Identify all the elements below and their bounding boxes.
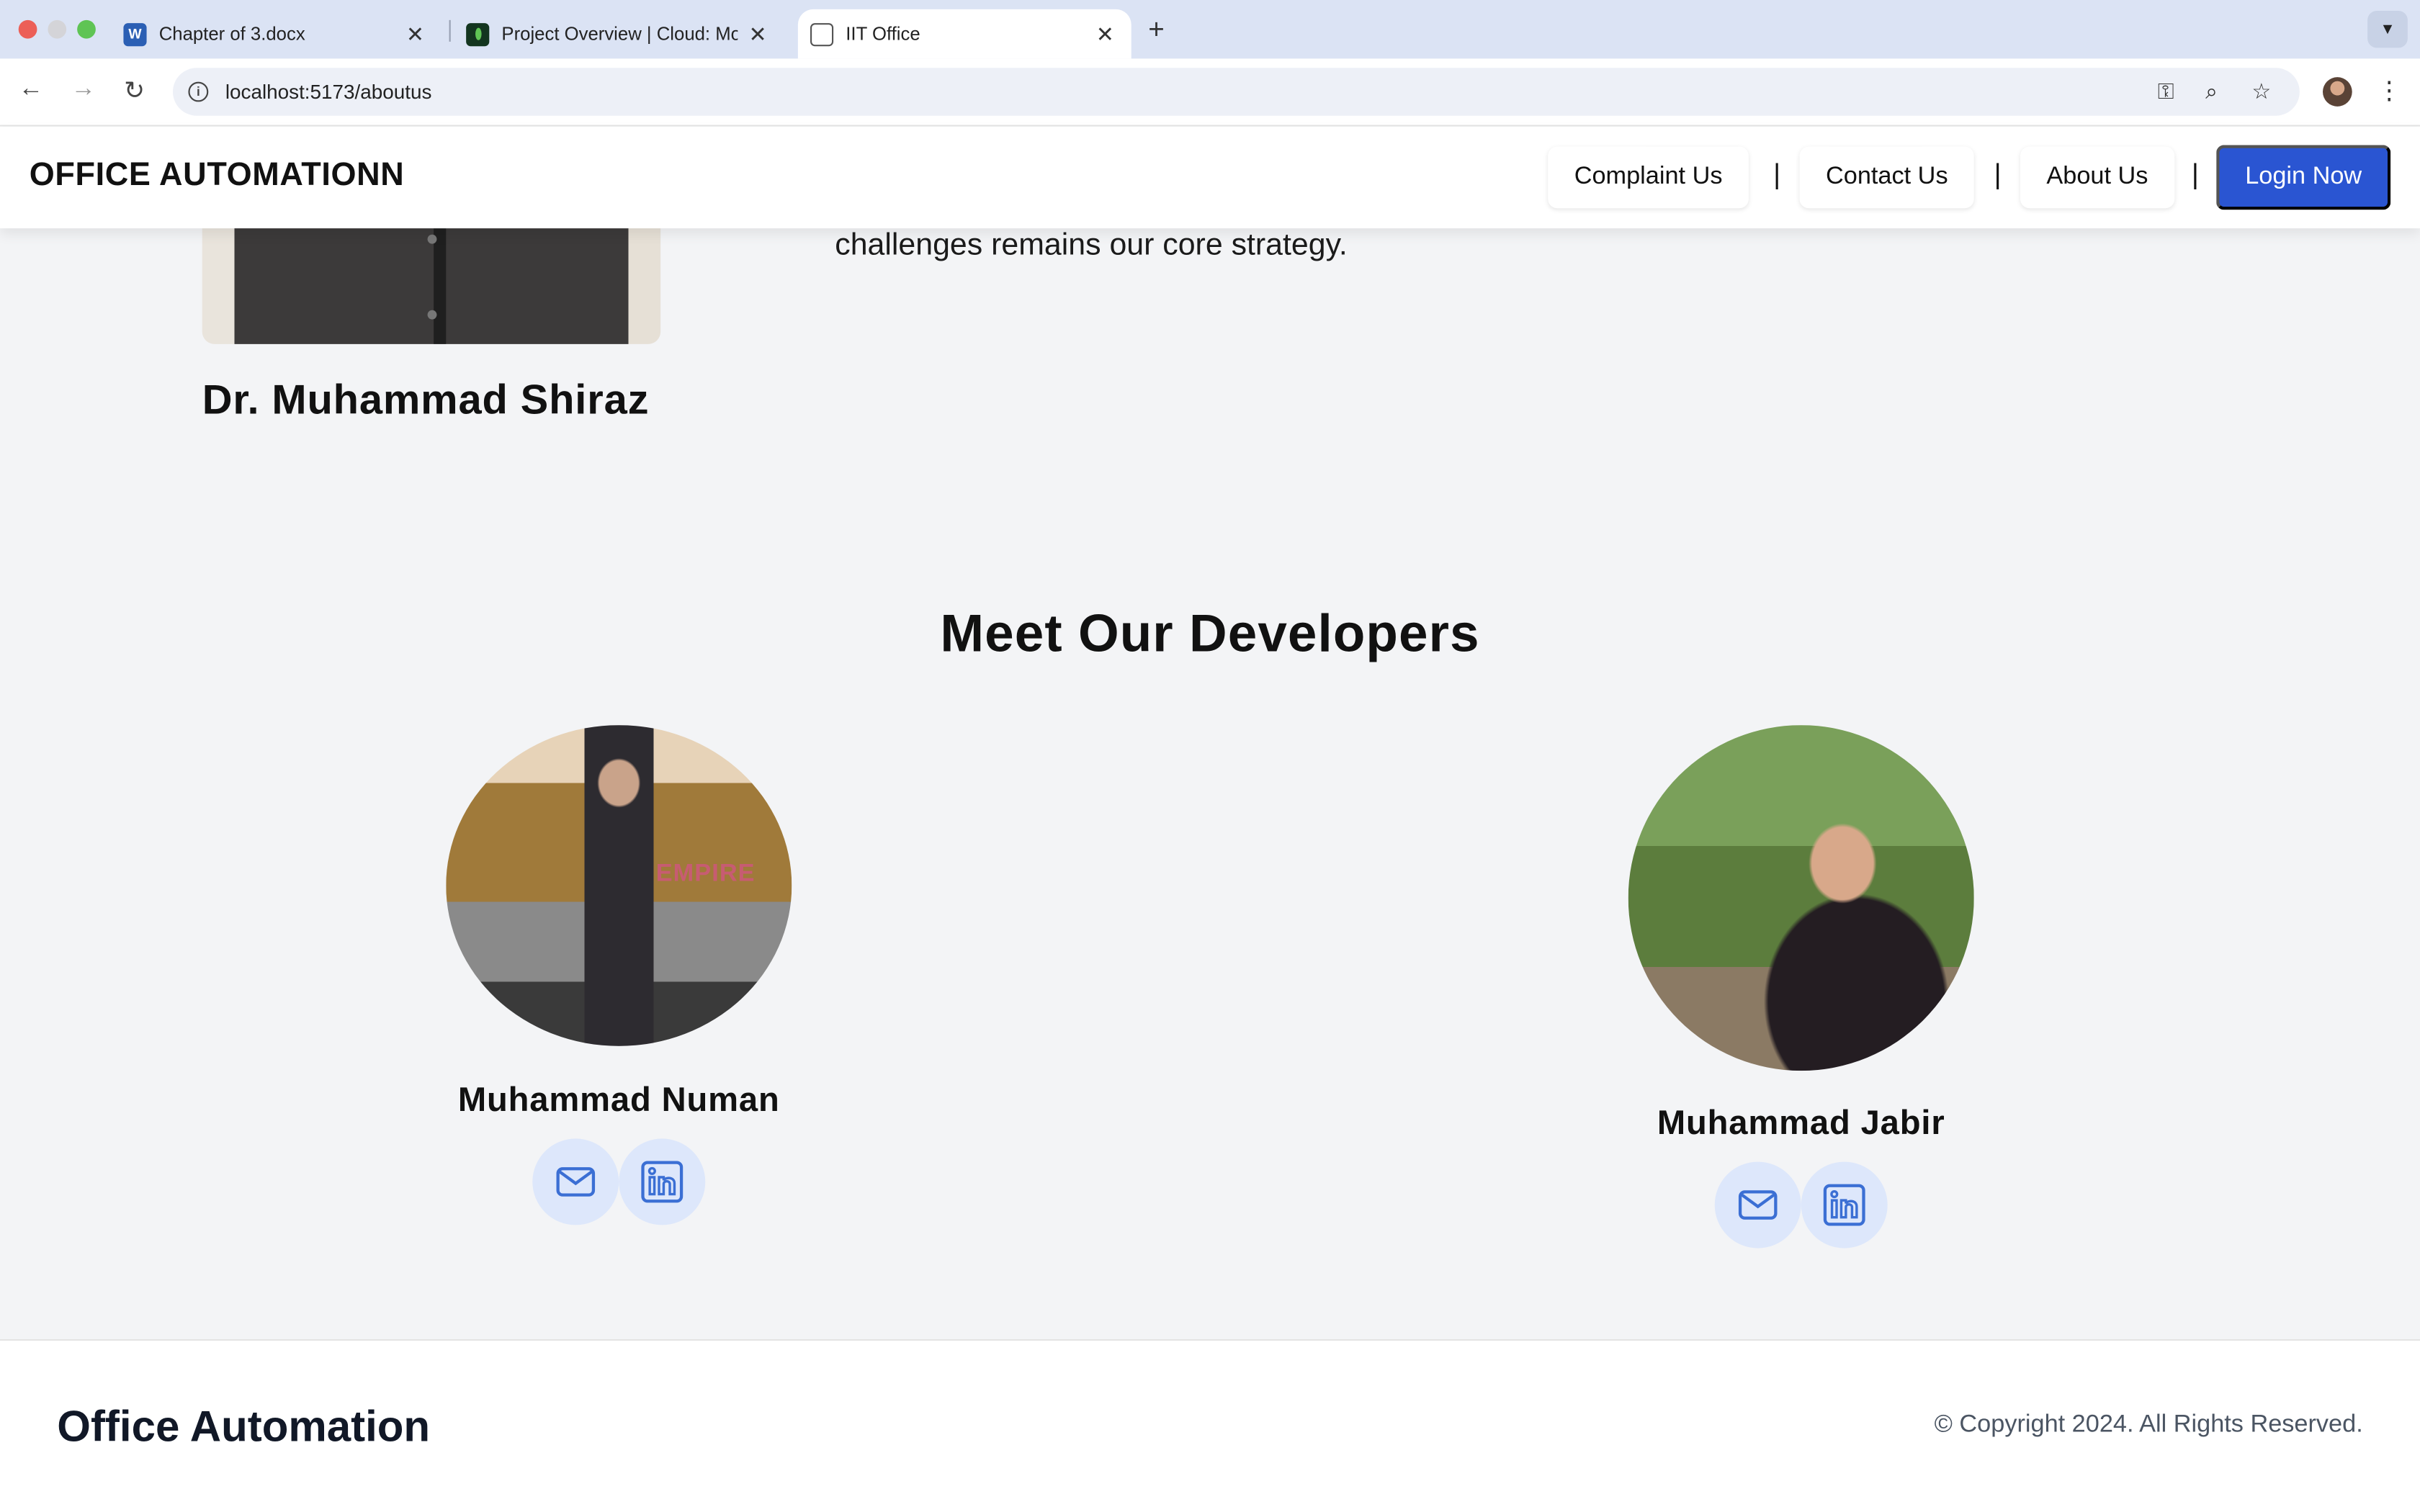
developers-heading: Meet Our Developers xyxy=(940,605,1480,664)
browser-tab-active[interactable]: IIT Office ✕ xyxy=(797,9,1131,59)
mail-icon xyxy=(1738,1190,1778,1220)
close-icon[interactable]: ✕ xyxy=(1094,21,1116,47)
developer-name: Muhammad Jabir xyxy=(1657,1103,1945,1142)
developer-social-links xyxy=(418,1138,820,1225)
close-icon[interactable]: ✕ xyxy=(747,21,768,47)
profile-avatar[interactable] xyxy=(2323,77,2352,107)
browser-toolbar: ← → ↻ i localhost:5173/aboutus ⚿ ⌕ ☆ xyxy=(0,58,2420,127)
globe-icon xyxy=(810,22,834,46)
nav-separator: | xyxy=(1773,158,1781,190)
developer-name: Muhammad Numan xyxy=(457,1080,780,1119)
maximize-window-button[interactable] xyxy=(77,19,96,39)
developer-photo xyxy=(1628,725,1974,1071)
mail-icon xyxy=(556,1167,596,1197)
photo-sign-text: EMPIRE xyxy=(655,860,756,888)
zoom-icon[interactable]: ⌕ xyxy=(2205,78,2218,104)
site-header: OFFICE AUTOMATIONN Complaint Us | Contac… xyxy=(0,126,2420,229)
tab-search-icon[interactable]: ▼ xyxy=(2367,11,2408,48)
linkedin-link-button[interactable] xyxy=(1801,1161,1888,1248)
forward-arrow-icon[interactable]: → xyxy=(66,76,100,104)
browser-tab[interactable]: Project Overview | Cloud: MongoDB Cloud … xyxy=(454,9,784,59)
url-text[interactable]: localhost:5173/aboutus xyxy=(225,80,432,103)
developer-card: EMPIRE Muhammad Numan xyxy=(418,725,820,1225)
browser-tab[interactable]: W Chapter of 3.docx ✕ xyxy=(111,9,442,59)
linkedin-icon xyxy=(1823,1184,1865,1226)
email-link-button[interactable] xyxy=(532,1138,619,1225)
bookmark-star-icon[interactable]: ☆ xyxy=(2251,78,2271,104)
new-tab-icon[interactable]: + xyxy=(1148,14,1165,46)
site-brand[interactable]: OFFICE AUTOMATIONN xyxy=(30,158,405,194)
footer-copyright: © Copyright 2024. All Rights Reserved. xyxy=(1934,1411,2363,1439)
footer-brand: Office Automation xyxy=(57,1402,431,1451)
developer-social-links xyxy=(1600,1161,2002,1248)
site-footer: Office Automation © Copyright 2024. All … xyxy=(0,1339,2420,1512)
linkedin-icon xyxy=(641,1161,684,1203)
email-link-button[interactable] xyxy=(1714,1161,1801,1248)
tab-divider xyxy=(449,19,451,42)
page-content: challenges remains our core strategy. Dr… xyxy=(0,126,2420,1512)
tab-title: Project Overview | Cloud: MongoDB Cloud xyxy=(501,23,738,45)
login-button[interactable]: Login Now xyxy=(2216,145,2391,210)
director-name: Dr. Muhammad Shiraz xyxy=(202,376,650,423)
developer-card: Muhammad Jabir xyxy=(1600,725,2002,1248)
site-info-icon[interactable]: i xyxy=(188,81,209,102)
nav-about-us[interactable]: About Us xyxy=(2020,146,2174,209)
browser-tab-strip: W Chapter of 3.docx ✕ Project Overview |… xyxy=(0,0,2420,59)
developer-photo: EMPIRE xyxy=(446,725,792,1046)
word-icon: W xyxy=(123,22,147,46)
tab-title: IIT Office xyxy=(846,23,920,45)
password-key-icon[interactable]: ⚿ xyxy=(2158,78,2174,104)
tab-title: Chapter of 3.docx xyxy=(158,23,305,45)
nav-contact-us[interactable]: Contact Us xyxy=(1799,146,1975,209)
close-window-button[interactable] xyxy=(18,19,37,39)
nav-separator: | xyxy=(2191,158,2199,190)
address-bar[interactable]: i localhost:5173/aboutus xyxy=(173,68,2300,116)
nav-complaint-us[interactable]: Complaint Us xyxy=(1548,146,1749,209)
close-icon[interactable]: ✕ xyxy=(404,21,426,47)
mongodb-icon xyxy=(466,22,490,46)
director-message-text: challenges remains our core strategy. xyxy=(835,228,1348,263)
reload-icon[interactable]: ↻ xyxy=(117,76,151,107)
minimize-window-button[interactable] xyxy=(48,19,67,39)
linkedin-link-button[interactable] xyxy=(619,1138,706,1225)
nav-separator: | xyxy=(1994,158,2002,190)
browser-menu-icon[interactable]: ⋮ xyxy=(2377,76,2401,107)
back-arrow-icon[interactable]: ← xyxy=(14,76,48,104)
